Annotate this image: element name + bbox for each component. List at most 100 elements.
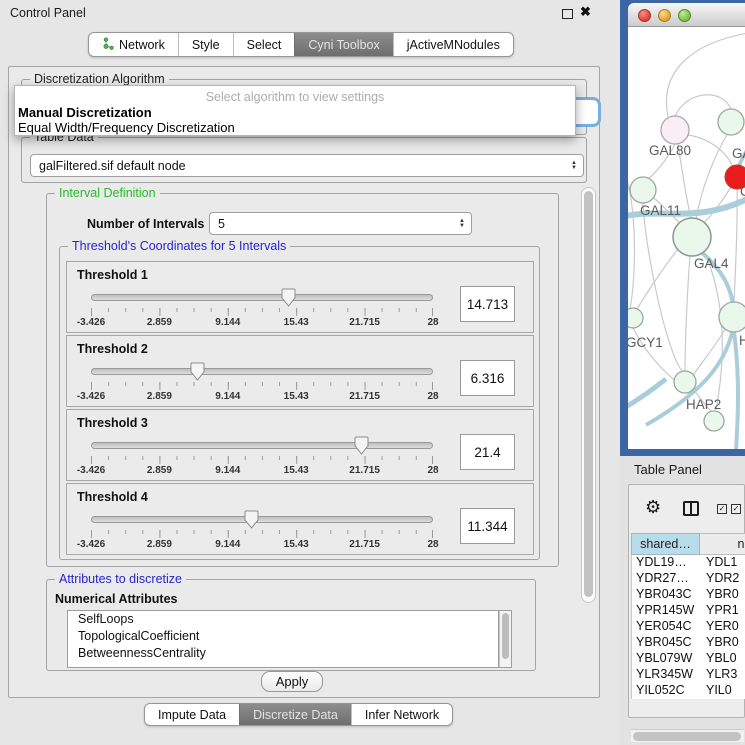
- control-panel-window: Control Panel ✖ Network Style Select Cyn…: [0, 0, 620, 745]
- scrollbar-thumb[interactable]: [502, 613, 509, 659]
- node-gcy1[interactable]: [628, 308, 643, 328]
- close-icon[interactable]: ✖: [580, 4, 591, 20]
- settings-vertical-scrollbar[interactable]: [581, 187, 596, 603]
- float-window-icon[interactable]: [562, 9, 573, 19]
- table-row[interactable]: YLR345WYLR3: [632, 667, 745, 683]
- tab-select[interactable]: Select: [233, 33, 295, 56]
- threshold-3-panel: Threshold 3 -3.4262.8599.14415.4321.7152…: [66, 409, 534, 481]
- table-data-combobox[interactable]: galFiltered.sif default node ▲▼: [30, 154, 584, 177]
- threshold-1-value-field[interactable]: 14.713: [460, 286, 515, 322]
- node-gal4[interactable]: [673, 218, 711, 256]
- tab-infer-network[interactable]: Infer Network: [351, 704, 452, 725]
- stepper-icon: ▲▼: [453, 219, 471, 229]
- threshold-2-slider[interactable]: [91, 368, 433, 376]
- threshold-3-value-field[interactable]: 21.4: [460, 434, 515, 470]
- attributes-to-discretize-group: Attributes to discretize Numerical Attri…: [46, 579, 536, 671]
- dropdown-prompt: Select algorithm to view settings: [15, 90, 575, 104]
- node-table: shared… na YDL19…YDL1 YDR27…YDR2 YBR043C…: [631, 533, 745, 699]
- group-title: Discretization Algorithm: [30, 72, 169, 86]
- gear-icon[interactable]: ⚙: [645, 498, 661, 516]
- slider-thumb[interactable]: [281, 288, 296, 307]
- dropdown-option-equal-width-frequency[interactable]: Equal Width/Frequency Discretization: [18, 120, 235, 135]
- tab-discretize-data[interactable]: Discretize Data: [239, 704, 351, 725]
- scrollbar-thumb[interactable]: [584, 191, 593, 597]
- node-gal11[interactable]: [630, 177, 656, 203]
- table-row[interactable]: YER054CYER0: [632, 619, 745, 635]
- checkbox-icon[interactable]: ✓: [731, 504, 741, 514]
- slider-track[interactable]: [91, 294, 433, 301]
- table-panel-title: Table Panel: [634, 462, 702, 477]
- table-horizontal-scrollbar[interactable]: [631, 729, 744, 742]
- node-partial-top-right[interactable]: [718, 109, 744, 135]
- checkbox-icon[interactable]: ✓: [717, 504, 727, 514]
- node-bottom-partial[interactable]: [704, 411, 724, 431]
- tab-jactivemnodules[interactable]: jActiveMNodules: [393, 33, 513, 56]
- table-panel: Table Panel ⚙ ✓ ✓ shared… na YDL19…YDL1 …: [620, 456, 745, 745]
- tab-label: Infer Network: [365, 708, 439, 722]
- table-header-row: shared… na: [631, 533, 745, 555]
- slider-major-ticks: [91, 382, 433, 390]
- slider-track[interactable]: [91, 442, 433, 449]
- table-data-group: Table Data galFiltered.sif default node …: [21, 137, 587, 183]
- table-row[interactable]: YDR27…YDR2: [632, 571, 745, 587]
- list-item[interactable]: TopologicalCoefficient: [68, 628, 498, 645]
- node-gal80[interactable]: [661, 116, 689, 144]
- threshold-4-slider[interactable]: [91, 516, 433, 524]
- table-row[interactable]: YBR043CYBR0: [632, 587, 745, 603]
- tab-cyni-toolbox[interactable]: Cyni Toolbox: [294, 33, 392, 56]
- node-label-partial-top-right: GA: [732, 146, 745, 161]
- top-tab-bar: Network Style Select Cyni Toolbox jActiv…: [88, 32, 514, 57]
- number-of-intervals-combobox[interactable]: 5 ▲▼: [209, 212, 472, 235]
- node-partial-low-right[interactable]: [719, 302, 745, 332]
- tab-label: jActiveMNodules: [407, 38, 500, 52]
- list-item[interactable]: SelfLoops: [68, 611, 498, 628]
- group-title: Interval Definition: [55, 186, 160, 200]
- slider-thumb[interactable]: [244, 510, 259, 529]
- group-title: Threshold's Coordinates for 5 Intervals: [68, 239, 290, 253]
- slider-thumb[interactable]: [190, 362, 205, 381]
- thresholds-coordinates-group: Threshold's Coordinates for 5 Intervals …: [59, 246, 540, 560]
- column-header-shared-name[interactable]: shared…: [631, 533, 700, 555]
- table-row[interactable]: YDL19…YDL1: [632, 555, 745, 571]
- table-row[interactable]: YPR145WYPR1: [632, 603, 745, 619]
- slider-thumb[interactable]: [354, 436, 369, 455]
- stepper-icon: ▲▼: [565, 161, 583, 171]
- threshold-1-slider[interactable]: [91, 294, 433, 302]
- apply-button[interactable]: Apply: [261, 671, 323, 692]
- scrollbar-thumb[interactable]: [633, 732, 741, 741]
- tab-label: Network: [119, 38, 165, 52]
- tab-label: Style: [192, 38, 220, 52]
- slider-track[interactable]: [91, 516, 433, 523]
- network-canvas[interactable]: GAL80 GA C GAL11 GAL4 GCY1 H HAP2: [628, 27, 745, 449]
- node-label-gal11: GAL11: [640, 203, 681, 218]
- slider-major-ticks: [91, 456, 433, 464]
- table-row[interactable]: YBL079WYBL0: [632, 651, 745, 667]
- list-item[interactable]: BetweennessCentrality: [68, 645, 498, 662]
- zoom-traffic-light-icon[interactable]: [678, 9, 691, 22]
- column-header-name[interactable]: na: [700, 533, 745, 555]
- split-columns-icon[interactable]: [683, 501, 699, 516]
- node-label-hap2: HAP2: [686, 397, 721, 412]
- tab-style[interactable]: Style: [178, 33, 233, 56]
- threshold-3-slider[interactable]: [91, 442, 433, 450]
- table-row[interactable]: YBR045CYBR0: [632, 635, 745, 651]
- screen: Control Panel ✖ Network Style Select Cyn…: [0, 0, 745, 745]
- close-traffic-light-icon[interactable]: [638, 9, 651, 22]
- numerical-attributes-list[interactable]: SelfLoops TopologicalCoefficient Between…: [67, 610, 499, 668]
- node-hap2[interactable]: [674, 371, 696, 393]
- tab-label: Cyni Toolbox: [308, 38, 379, 52]
- node-label-partial-low-right: H: [739, 333, 745, 348]
- list-vertical-scrollbar[interactable]: [499, 610, 512, 668]
- number-of-intervals-label: Number of Intervals: [87, 217, 204, 231]
- threshold-2-value-field[interactable]: 6.316: [460, 360, 515, 396]
- slider-track[interactable]: [91, 368, 433, 375]
- threshold-4-value-field[interactable]: 11.344: [460, 508, 515, 544]
- table-row[interactable]: YIL052CYIL0: [632, 683, 745, 699]
- dropdown-option-manual-discretization[interactable]: Manual Discretization: [18, 105, 152, 120]
- tab-impute-data[interactable]: Impute Data: [145, 704, 239, 725]
- tab-network[interactable]: Network: [89, 33, 178, 56]
- minimize-traffic-light-icon[interactable]: [658, 9, 671, 22]
- threshold-label: Threshold 4: [77, 490, 148, 504]
- network-icon: [102, 37, 114, 53]
- control-panel-titlebar: Control Panel ✖: [0, 0, 620, 26]
